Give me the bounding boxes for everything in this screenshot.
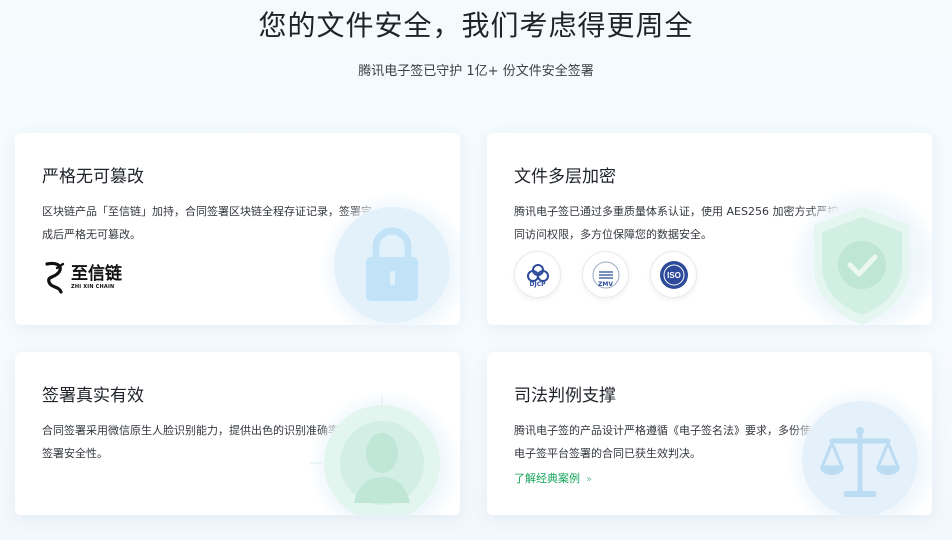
shield-check-icon <box>790 187 932 325</box>
cert-label: ZMV <box>598 281 613 288</box>
scale-icon <box>788 387 932 515</box>
feature-card-tamper-proof: 严格无可篡改 区块链产品「至信链」加持，合同签署区块链全程存证记录，签署完成后严… <box>15 133 460 325</box>
cert-label: DJCP <box>529 281 546 288</box>
feature-card-judicial: 司法判例支撑 腾讯电子签的产品设计严格遵循《电子签名法》要求，多份使用腾讯电子签… <box>487 352 932 515</box>
iso-cert-badge: ISO <box>650 251 697 298</box>
iso-icon: ISO <box>659 260 688 289</box>
page-subtitle: 腾讯电子签已守护 1亿+ 份文件安全签署 <box>358 64 594 79</box>
view-cases-link[interactable]: 了解经典案例 » <box>514 470 592 486</box>
view-cases-label: 了解经典案例 <box>514 472 580 485</box>
certification-badges: DJCP ZMV ISO <box>514 251 718 298</box>
djcp-cert-badge: DJCP <box>514 251 561 298</box>
card-title: 严格无可篡改 <box>42 167 144 187</box>
card-title: 文件多层加密 <box>514 167 616 187</box>
feature-card-authentic: 签署真实有效 合同签署采用微信原生人脸识别能力，提供出色的识别准确率，保障签署安… <box>15 352 460 515</box>
zmv-cert-badge: ZMV <box>582 251 629 298</box>
svg-text:ISO: ISO <box>667 271 681 280</box>
chevron-right-icon: » <box>586 474 593 485</box>
zhixin-chain-logo: 至信链 ZHI XIN CHAIN <box>43 259 122 297</box>
card-title: 签署真实有效 <box>42 386 144 406</box>
feature-card-encryption: 文件多层加密 腾讯电子签已通过多重质量体系认证，使用 AES256 加密方式严控… <box>487 133 932 325</box>
brand-name: 至信链 <box>71 264 122 284</box>
brand-name-en: ZHI XIN CHAIN <box>71 284 115 290</box>
face-id-icon <box>310 391 460 515</box>
page-title: 您的文件安全，我们考虑得更周全 <box>258 9 694 42</box>
lock-icon <box>320 193 460 325</box>
zhixin-chain-mark-icon <box>45 261 65 294</box>
card-title: 司法判例支撑 <box>514 386 616 406</box>
